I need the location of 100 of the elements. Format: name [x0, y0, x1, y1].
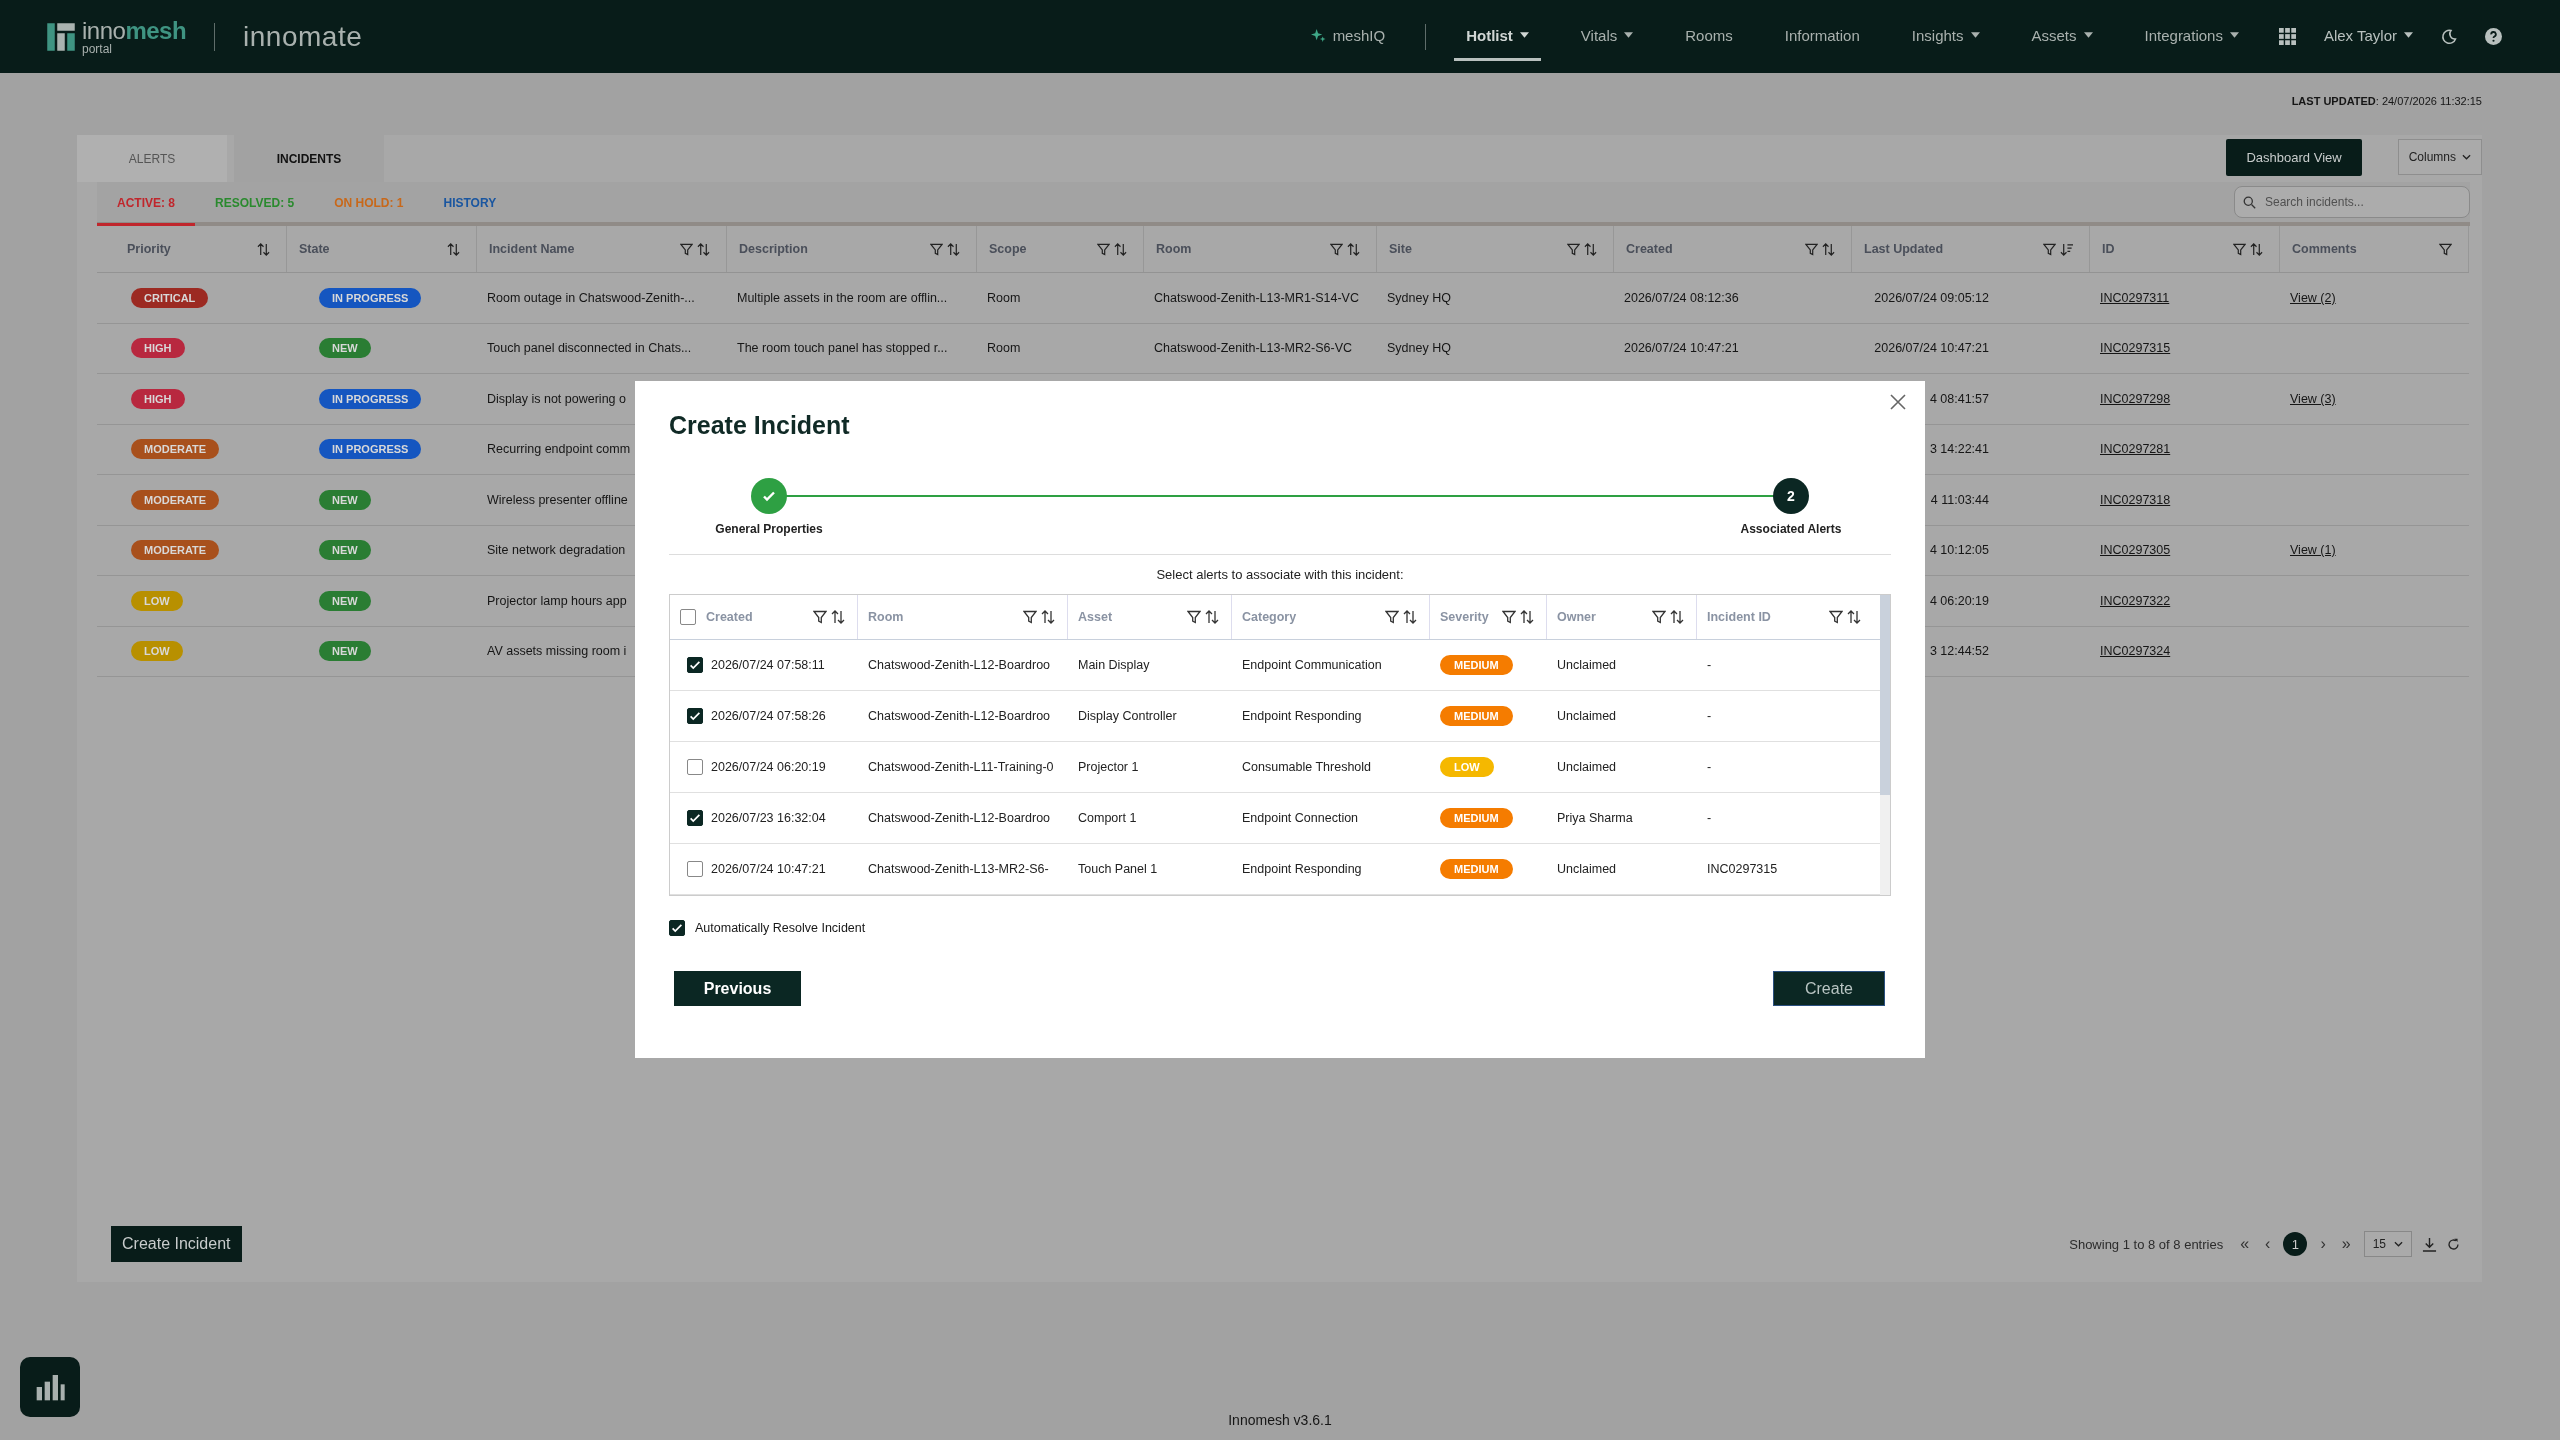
- sort-icon[interactable]: [1205, 610, 1219, 624]
- nav-link[interactable]: Rooms: [1673, 12, 1745, 61]
- table-cell: Projector 1: [1078, 760, 1139, 774]
- sort-icon[interactable]: [831, 610, 845, 624]
- sort-icon[interactable]: [1403, 610, 1417, 624]
- nav-link[interactable]: Vitals: [1568, 12, 1646, 61]
- nav-link[interactable]: Assets: [2019, 12, 2105, 61]
- table-cell: Touch panel disconnected in Chats...: [487, 341, 692, 356]
- table-link[interactable]: View (2): [2290, 290, 2336, 305]
- sort-icon[interactable]: [947, 242, 960, 256]
- columns-dropdown[interactable]: Columns: [2397, 139, 2482, 175]
- sort-icon[interactable]: [1584, 242, 1597, 256]
- row-checkbox[interactable]: [687, 657, 703, 673]
- column-header: Comments: [2292, 242, 2357, 256]
- column-header: State: [299, 242, 330, 256]
- table-link[interactable]: INC0297305: [2100, 543, 2171, 558]
- table-link[interactable]: View (3): [2290, 391, 2336, 406]
- download-icon[interactable]: [2422, 1236, 2437, 1252]
- nav-link[interactable]: Information: [1772, 12, 1872, 61]
- create-button[interactable]: Create: [1773, 971, 1885, 1006]
- filter-icon[interactable]: [2043, 242, 2056, 256]
- pagination-button[interactable]: 1: [2283, 1232, 2308, 1256]
- dashboard-view-button[interactable]: Dashboard View: [2226, 139, 2362, 176]
- table-link[interactable]: INC0297311: [2100, 290, 2170, 305]
- severity-badge: LOW: [1440, 757, 1494, 777]
- filter-icon[interactable]: [1023, 610, 1037, 624]
- filter-icon[interactable]: [680, 242, 693, 256]
- table-link[interactable]: INC0297322: [2100, 593, 2171, 608]
- table-cell: 4 08:41:57: [1929, 391, 1989, 406]
- column-header: Asset: [1078, 610, 1113, 624]
- filter-icon[interactable]: [1567, 242, 1580, 256]
- table-cell: 4 11:03:44: [1930, 492, 1989, 507]
- previous-button[interactable]: Previous: [674, 971, 801, 1006]
- filter-icon[interactable]: [2233, 242, 2246, 256]
- moon-icon[interactable]: [2441, 28, 2457, 45]
- filter-icon[interactable]: [1187, 610, 1201, 624]
- sort-icon[interactable]: [1114, 242, 1127, 256]
- sort-icon[interactable]: [1041, 610, 1055, 624]
- filter-icon[interactable]: [1829, 610, 1843, 624]
- filter-icon[interactable]: [1502, 610, 1516, 624]
- table-link[interactable]: INC0297324: [2100, 644, 2171, 659]
- app-grid-icon[interactable]: [2278, 28, 2296, 45]
- create-incident-button[interactable]: Create Incident: [111, 1226, 242, 1262]
- page-size-dropdown[interactable]: 15: [2363, 1231, 2412, 1257]
- filter-icon[interactable]: [1330, 242, 1343, 256]
- pagination-button[interactable]: ›: [2317, 1235, 2329, 1253]
- filter-icon[interactable]: [1652, 610, 1666, 624]
- table-cell: Consumable Threshold: [1242, 760, 1371, 774]
- table-cell: Projector lamp hours app: [487, 593, 627, 608]
- filter-icon[interactable]: [1805, 242, 1818, 256]
- help-icon[interactable]: [2485, 28, 2502, 45]
- select-all-checkbox[interactable]: [680, 609, 696, 625]
- table-cell: -: [1707, 709, 1712, 723]
- table-link[interactable]: View (1): [2290, 543, 2336, 558]
- table-link[interactable]: INC0297315: [2100, 341, 2171, 356]
- table-cell: Multiple assets in the room are offlin...: [737, 290, 948, 305]
- analytics-button[interactable]: [20, 1357, 80, 1417]
- pagination-button[interactable]: ‹: [2262, 1235, 2274, 1253]
- table-link[interactable]: INC0297318: [2100, 492, 2171, 507]
- table-cell: Wireless presenter offline: [487, 492, 628, 507]
- tab[interactable]: INCIDENTS: [234, 135, 384, 182]
- sort-icon[interactable]: [1520, 610, 1534, 624]
- table-cell: Display is not powering o: [487, 391, 626, 406]
- close-icon[interactable]: [1890, 394, 1906, 410]
- sort-icon[interactable]: [2250, 242, 2263, 256]
- table-cell: Endpoint Connection: [1242, 811, 1359, 825]
- scrollbar[interactable]: [1880, 595, 1890, 895]
- sort-icon[interactable]: [447, 242, 460, 256]
- filter-icon[interactable]: [930, 242, 943, 256]
- status-badge: NEW: [319, 641, 371, 662]
- pagination-button[interactable]: «: [2237, 1235, 2253, 1253]
- filter-icon[interactable]: [1097, 242, 1110, 256]
- user-menu[interactable]: Alex Taylor: [2323, 26, 2413, 47]
- auto-resolve-checkbox[interactable]: [669, 920, 685, 936]
- nav-link[interactable]: Hotlist: [1454, 12, 1541, 61]
- table-link[interactable]: INC0297298: [2100, 391, 2171, 406]
- nav-link[interactable]: Insights: [1899, 12, 1992, 61]
- refresh-icon[interactable]: [2447, 1237, 2460, 1251]
- sort-icon[interactable]: [1847, 610, 1861, 624]
- sort-icon[interactable]: [257, 242, 270, 256]
- pagination-button[interactable]: »: [2338, 1235, 2354, 1253]
- table-link[interactable]: INC0297281: [2100, 442, 2171, 457]
- filter-icon[interactable]: [813, 610, 827, 624]
- nav-link[interactable]: meshIQ: [1298, 12, 1398, 61]
- search-field[interactable]: Search incidents...: [2234, 186, 2470, 218]
- row-checkbox[interactable]: [687, 759, 703, 775]
- status-badge: IN PROGRESS: [319, 388, 422, 409]
- sort-icon[interactable]: [1347, 242, 1360, 256]
- row-checkbox[interactable]: [687, 810, 703, 826]
- step-number: 2: [1773, 478, 1809, 514]
- row-checkbox[interactable]: [687, 861, 703, 877]
- row-checkbox[interactable]: [687, 708, 703, 724]
- filter-icon[interactable]: [2439, 242, 2452, 256]
- sort-icon[interactable]: [1670, 610, 1684, 624]
- sort-icon[interactable]: [697, 242, 710, 256]
- nav-link[interactable]: Integrations: [2132, 12, 2251, 61]
- sort-descending-icon[interactable]: [2060, 242, 2073, 256]
- status-badge: LOW: [131, 641, 183, 662]
- sort-icon[interactable]: [1822, 242, 1835, 256]
- filter-icon[interactable]: [1385, 610, 1399, 624]
